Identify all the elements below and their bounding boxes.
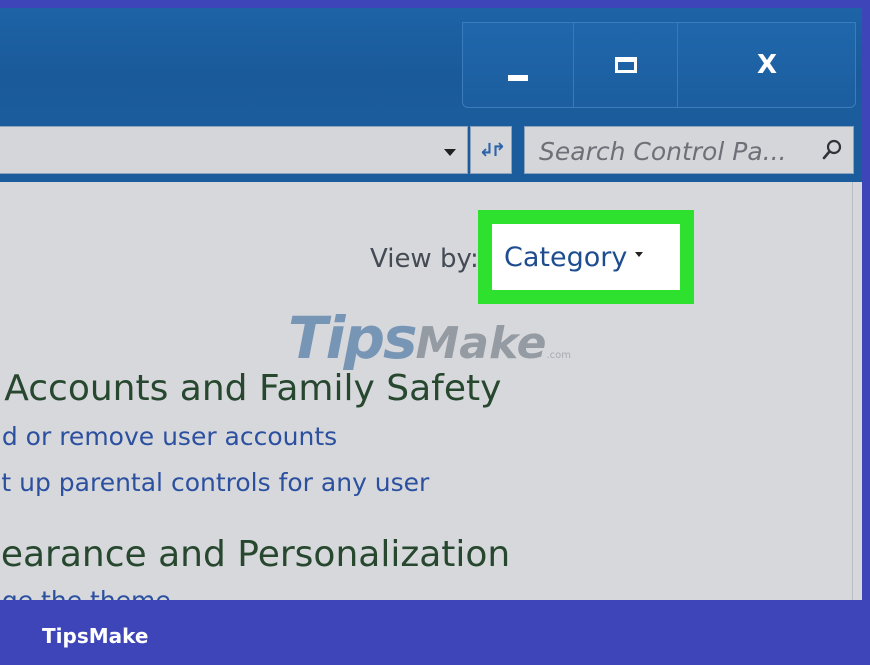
search-placeholder: Search Control Pa... bbox=[539, 137, 787, 166]
minimize-button[interactable] bbox=[463, 23, 573, 107]
link-change-theme[interactable]: nge the theme bbox=[0, 586, 171, 600]
watermark-logo: TipsMake.com bbox=[288, 304, 571, 372]
section-title-user-accounts[interactable]: r Accounts and Family Safety bbox=[0, 368, 501, 409]
maximize-icon bbox=[615, 57, 637, 73]
address-field[interactable] bbox=[0, 126, 468, 174]
control-panel-window: X ↲↱ Search Control Pa... View by: Categ… bbox=[0, 8, 862, 600]
address-bar: ↲↱ Search Control Pa... bbox=[0, 120, 862, 182]
view-by-highlight: Category bbox=[478, 210, 694, 304]
search-input[interactable]: Search Control Pa... bbox=[524, 126, 854, 174]
link-parental-controls[interactable]: et up parental controls for any user bbox=[0, 468, 429, 497]
title-bar: X bbox=[0, 8, 862, 120]
refresh-icon: ↲↱ bbox=[478, 139, 506, 161]
control-panel-content: View by: Category TipsMake.com r Account… bbox=[0, 182, 853, 600]
view-by-value: Category bbox=[504, 241, 628, 273]
maximize-button[interactable] bbox=[573, 23, 678, 107]
section-title-appearance[interactable]: pearance and Personalization bbox=[0, 534, 510, 575]
close-button[interactable]: X bbox=[677, 23, 856, 107]
watermark-suffix: .com bbox=[546, 350, 572, 361]
footer-brand: TipsMake bbox=[42, 624, 149, 648]
chevron-down-icon bbox=[635, 251, 644, 257]
watermark-tips: Tips bbox=[288, 304, 417, 372]
refresh-button[interactable]: ↲↱ bbox=[470, 126, 512, 174]
view-by-label: View by: bbox=[370, 244, 479, 274]
caption-buttons: X bbox=[462, 22, 856, 108]
link-add-remove-accounts[interactable]: dd or remove user accounts bbox=[0, 422, 337, 451]
search-icon[interactable] bbox=[821, 138, 843, 162]
close-icon: X bbox=[756, 50, 778, 80]
view-by-dropdown[interactable]: Category bbox=[492, 224, 680, 290]
watermark-make: Make bbox=[415, 318, 547, 369]
minimize-icon bbox=[508, 75, 528, 81]
address-dropdown-icon[interactable] bbox=[444, 149, 456, 156]
